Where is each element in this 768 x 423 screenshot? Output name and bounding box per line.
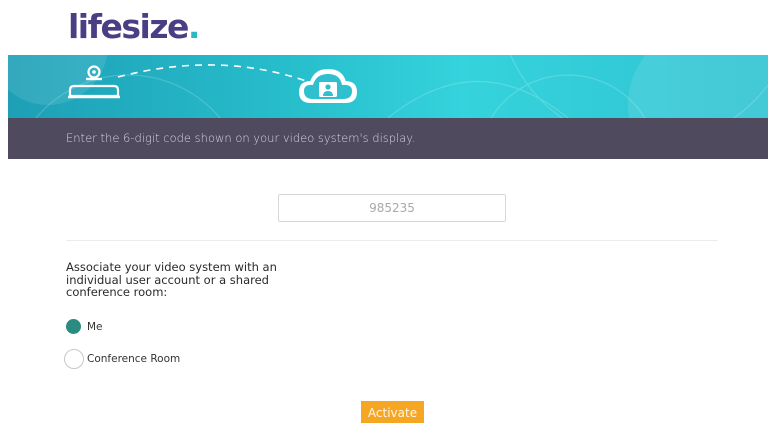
connection-arc xyxy=(117,64,307,82)
instruction-bar: Enter the 6-digit code shown on your vid… xyxy=(8,118,768,159)
instruction-text: Enter the 6-digit code shown on your vid… xyxy=(66,131,416,145)
logo-dot: . xyxy=(187,7,201,46)
radio-option-me[interactable]: Me xyxy=(66,319,103,334)
logo-text: lifesize xyxy=(68,7,189,46)
radio-unchecked-icon[interactable] xyxy=(64,349,84,369)
activation-code-input[interactable] xyxy=(278,194,506,222)
radio-checked-icon[interactable] xyxy=(66,319,81,334)
radio-label-conference-room: Conference Room xyxy=(87,353,181,365)
radio-option-conference-room[interactable]: Conference Room xyxy=(64,349,181,369)
cloud-user-icon xyxy=(298,68,358,103)
header: lifesize. xyxy=(0,0,768,55)
hero-banner xyxy=(8,55,768,118)
activate-button[interactable]: Activate xyxy=(361,401,424,423)
association-prompt: Associate your video system with an indi… xyxy=(66,260,277,299)
activation-page: lifesize. Enter the 6-digit code shown o… xyxy=(0,0,768,423)
banner-illustration xyxy=(8,55,768,118)
divider xyxy=(66,240,718,241)
lifesize-logo: lifesize. xyxy=(68,7,201,46)
radio-label-me: Me xyxy=(87,320,103,333)
